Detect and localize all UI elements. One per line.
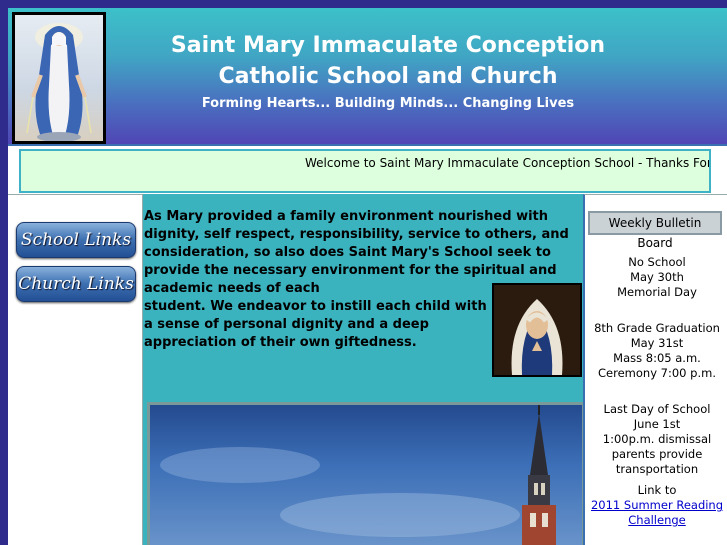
link-prefix: Link to bbox=[637, 483, 677, 497]
event-line: May 31st bbox=[630, 336, 684, 350]
site-title: Saint Mary Immaculate Conception Catholi… bbox=[158, 30, 618, 92]
event-graduation: 8th Grade Graduation May 31st Mass 8:05 … bbox=[585, 321, 727, 381]
virgin-mary-logo-image bbox=[12, 12, 106, 144]
virgin-mary-figure bbox=[26, 23, 92, 141]
event-line: Mass 8:05 a.m. bbox=[613, 351, 701, 365]
main-content: As Mary provided a family environment no… bbox=[143, 194, 585, 545]
bulletin-board-title: Weekly Bulletin Board bbox=[588, 211, 722, 250]
tagline: Forming Hearts... Building Minds... Chan… bbox=[201, 96, 575, 111]
summer-reading-block: Link to 2011 Summer Reading Challenge bbox=[585, 483, 727, 528]
school-links-button[interactable]: School Links bbox=[16, 222, 136, 258]
event-line: June 1st bbox=[633, 417, 681, 431]
mission-text-part2: student. We endeavor to instill each chi… bbox=[144, 299, 487, 350]
header: Saint Mary Immaculate Conception Catholi… bbox=[8, 8, 727, 144]
praying-madonna-image bbox=[492, 283, 582, 377]
summer-reading-link[interactable]: 2011 Summer Reading Challenge bbox=[591, 498, 723, 527]
marquee-row: Welcome to Saint Mary Immaculate Concept… bbox=[8, 144, 727, 196]
event-line: Ceremony 7:00 p.m. bbox=[598, 366, 716, 380]
event-line: Memorial Day bbox=[617, 285, 697, 299]
event-line: parents provide bbox=[611, 447, 703, 461]
event-line: Last Day of School bbox=[603, 402, 711, 416]
church-steeple bbox=[160, 405, 556, 545]
madonna-figure bbox=[494, 285, 580, 375]
church-photo bbox=[147, 402, 585, 545]
bulletin-board: Weekly Bulletin Board No School May 30th… bbox=[583, 194, 727, 545]
event-line: May 30th bbox=[630, 270, 684, 284]
page-frame: Saint Mary Immaculate Conception Catholi… bbox=[8, 8, 727, 545]
site-title-line1: Saint Mary Immaculate Conception bbox=[170, 33, 606, 58]
left-sidebar: School Links Church Links bbox=[8, 194, 143, 545]
event-line: No School bbox=[628, 255, 686, 269]
welcome-marquee: Welcome to Saint Mary Immaculate Concept… bbox=[19, 149, 711, 193]
event-line: 8th Grade Graduation bbox=[594, 321, 720, 335]
site-title-line2: Catholic School and Church bbox=[218, 64, 558, 89]
church-links-button[interactable]: Church Links bbox=[16, 266, 136, 302]
event-memorial-day: No School May 30th Memorial Day bbox=[585, 255, 727, 300]
event-last-day: Last Day of School June 1st 1:00p.m. dis… bbox=[585, 402, 727, 477]
event-line: 1:00p.m. dismissal bbox=[602, 432, 712, 446]
event-line: transportation bbox=[615, 462, 699, 476]
marquee-text: Welcome to Saint Mary Immaculate Concept… bbox=[305, 156, 711, 170]
